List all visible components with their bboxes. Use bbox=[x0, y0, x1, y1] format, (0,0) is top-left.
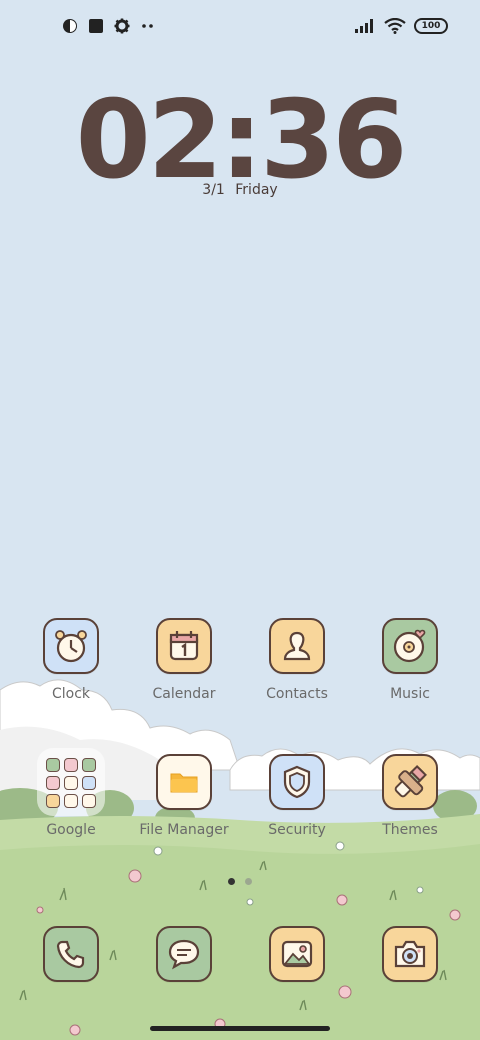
mini-app-icon bbox=[64, 758, 78, 772]
wifi-icon bbox=[384, 18, 406, 34]
phone-icon bbox=[43, 926, 99, 982]
square-icon bbox=[89, 19, 103, 33]
app-calendar[interactable]: Calendar bbox=[134, 618, 234, 702]
notification-icons bbox=[62, 18, 156, 34]
mini-app-icon bbox=[46, 758, 60, 772]
page-dot[interactable] bbox=[245, 878, 252, 885]
app-google-folder[interactable]: Google bbox=[21, 748, 121, 838]
home-indicator[interactable] bbox=[150, 1026, 330, 1031]
battery-icon: 100 bbox=[414, 18, 448, 34]
mini-app-icon bbox=[82, 758, 96, 772]
app-music[interactable]: Music bbox=[360, 618, 460, 702]
app-label: Contacts bbox=[266, 686, 328, 702]
folder-icon bbox=[156, 754, 212, 810]
app-contacts[interactable]: Contacts bbox=[247, 618, 347, 702]
app-clock[interactable]: Clock bbox=[21, 618, 121, 702]
app-label: Clock bbox=[51, 686, 91, 702]
mini-app-icon bbox=[82, 776, 96, 790]
dock-camera[interactable] bbox=[360, 926, 460, 982]
app-label: Google bbox=[46, 822, 96, 838]
mini-app-icon bbox=[64, 776, 78, 790]
dock-phone[interactable] bbox=[21, 926, 121, 982]
app-icon bbox=[63, 19, 77, 33]
app-label: Themes bbox=[382, 822, 438, 838]
mini-app-icon bbox=[46, 776, 60, 790]
app-themes[interactable]: Themes bbox=[360, 754, 460, 838]
mini-app-icon bbox=[82, 794, 96, 808]
dock-gallery[interactable] bbox=[247, 926, 347, 982]
camera-icon bbox=[382, 926, 438, 982]
gallery-icon bbox=[269, 926, 325, 982]
alarm-clock-icon bbox=[43, 618, 99, 674]
message-icon bbox=[156, 926, 212, 982]
mini-app-icon bbox=[46, 794, 60, 808]
app-label: Calendar bbox=[152, 686, 216, 702]
app-file-manager[interactable]: File Manager bbox=[134, 754, 234, 838]
gear-icon bbox=[114, 18, 130, 34]
dots-icon bbox=[142, 24, 153, 28]
page-dot-active[interactable] bbox=[228, 878, 235, 885]
signal-icon bbox=[355, 19, 373, 33]
paintbrush-icon bbox=[382, 754, 438, 810]
app-security[interactable]: Security bbox=[247, 754, 347, 838]
home-screen: 100 02:36 3/1 Friday Clock Calendar Cont… bbox=[0, 0, 480, 1040]
page-indicator[interactable] bbox=[0, 878, 480, 885]
app-label: Security bbox=[268, 822, 326, 838]
dock-messages[interactable] bbox=[134, 926, 234, 982]
person-icon bbox=[269, 618, 325, 674]
vinyl-record-icon bbox=[382, 618, 438, 674]
status-bar: 100 bbox=[0, 12, 480, 44]
folder-icon bbox=[37, 748, 105, 816]
lockscreen-date[interactable]: 3/1 Friday bbox=[0, 182, 480, 198]
system-icons: 100 bbox=[354, 18, 448, 34]
app-label: File Manager bbox=[139, 822, 229, 838]
app-label: Music bbox=[390, 686, 430, 702]
calendar-icon bbox=[156, 618, 212, 674]
mini-app-icon bbox=[64, 794, 78, 808]
battery-level: 100 bbox=[421, 21, 441, 31]
shield-icon bbox=[269, 754, 325, 810]
